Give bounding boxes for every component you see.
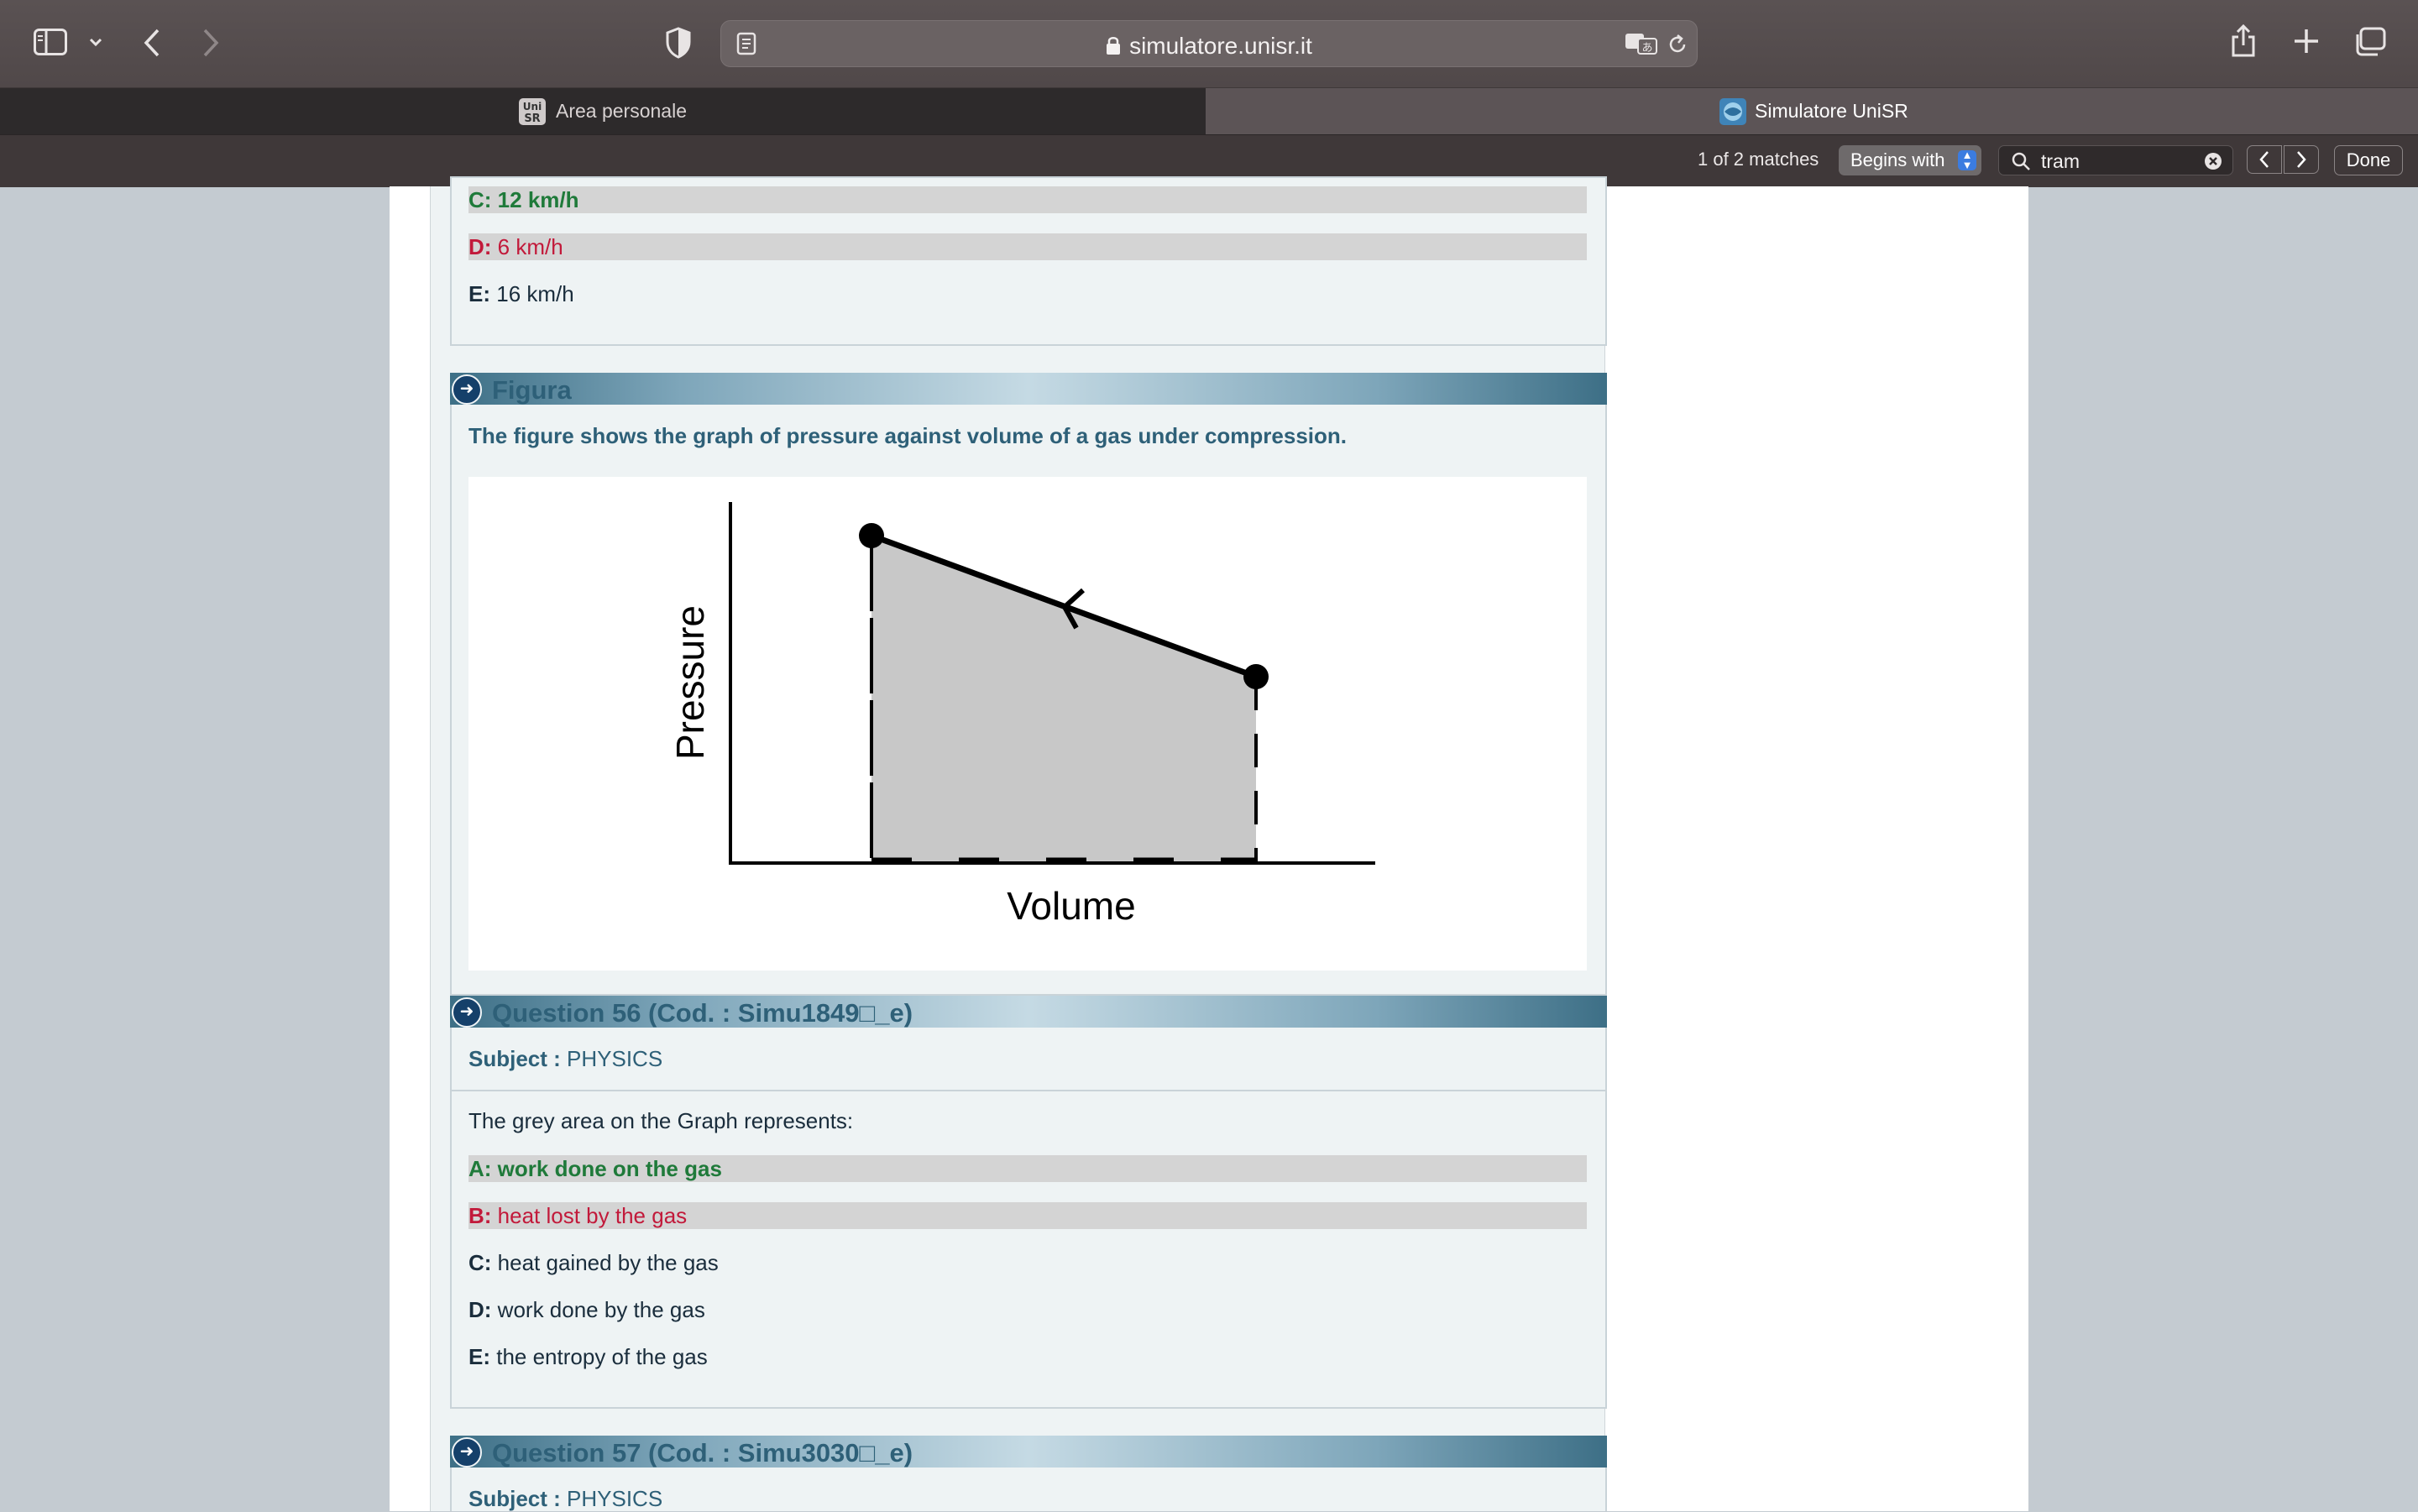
option-a[interactable]: A: work done on the gas xyxy=(468,1155,1587,1182)
search-icon xyxy=(2011,151,2031,175)
option-d[interactable]: D: work done by the gas xyxy=(468,1296,1587,1323)
translate-icon[interactable]: あ xyxy=(1625,31,1658,60)
arrow-circle-icon: ➜ xyxy=(452,1437,482,1468)
simulatore-favicon xyxy=(1719,98,1746,125)
url-text: simulatore.unisr.it xyxy=(1129,33,1312,59)
find-input[interactable]: tram xyxy=(1998,145,2233,175)
question-57-subject: Subject : PHYSICS xyxy=(468,1486,663,1511)
tab-label: Simulatore UniSR xyxy=(1755,100,1908,122)
pv-graph: Pressure Volume xyxy=(468,477,1587,971)
chevron-right-icon xyxy=(2297,151,2306,168)
arrow-circle-icon: ➜ xyxy=(452,374,482,405)
option-c[interactable]: C: heat gained by the gas xyxy=(468,1249,1587,1276)
option-d[interactable]: D: 6 km/h xyxy=(468,233,1587,260)
sidebar-icon[interactable] xyxy=(34,29,67,55)
start-point xyxy=(859,523,884,548)
url-display[interactable]: simulatore.unisr.it xyxy=(721,33,1697,61)
select-arrows-icon: ▲ ▼ xyxy=(1958,149,1976,170)
chevron-down-icon[interactable] xyxy=(87,34,104,55)
figure-header: ➜ Figura xyxy=(450,373,1607,405)
x-axis-label: Volume xyxy=(1007,884,1135,928)
svg-text:Uni: Uni xyxy=(523,101,542,112)
reload-icon[interactable] xyxy=(1667,33,1688,60)
find-next-button[interactable] xyxy=(2284,145,2319,174)
figure-title: Figura xyxy=(492,375,572,405)
svg-text:SR: SR xyxy=(524,112,540,125)
find-match-count: 1 of 2 matches xyxy=(1698,149,1819,170)
find-mode-value: Begins with xyxy=(1850,149,1945,170)
grey-area xyxy=(871,536,1256,863)
new-tab-icon[interactable] xyxy=(2292,27,2321,60)
tab-simulatore-unisr[interactable]: Simulatore UniSR xyxy=(1206,88,2418,135)
back-icon[interactable] xyxy=(141,27,165,63)
clear-icon[interactable] xyxy=(2204,152,2222,175)
tab-bar: Uni SR Area personale Simulatore UniSR xyxy=(0,87,2418,135)
lock-icon xyxy=(1106,34,1121,61)
forward-icon[interactable] xyxy=(198,27,222,63)
figure-caption: The figure shows the graph of pressure a… xyxy=(468,423,1347,448)
option-b[interactable]: B: heat lost by the gas xyxy=(468,1202,1587,1229)
y-axis-label: Pressure xyxy=(668,605,712,760)
question-56-subject: Subject : PHYSICS xyxy=(468,1046,663,1071)
address-bar[interactable]: simulatore.unisr.it あ xyxy=(720,20,1698,67)
tab-area-personale[interactable]: Uni SR Area personale xyxy=(0,88,1206,135)
find-query: tram xyxy=(2041,150,2080,172)
end-point xyxy=(1243,664,1269,689)
chevron-left-icon xyxy=(2259,151,2269,168)
svg-text:あ: あ xyxy=(1641,42,1652,55)
tab-overview-icon[interactable] xyxy=(2353,27,2386,61)
question-57-title: Question 57 (Cod. : Simu3030□_e) xyxy=(492,1438,913,1468)
privacy-shield-icon[interactable] xyxy=(665,27,692,63)
divider xyxy=(452,1090,1605,1091)
browser-toolbar: simulatore.unisr.it あ xyxy=(0,0,2418,87)
question-57-header: ➜ Question 57 (Cod. : Simu3030□_e) xyxy=(450,1436,1607,1468)
find-mode-select[interactable]: Begins with ▲ ▼ xyxy=(1839,145,1981,175)
option-e[interactable]: E: 16 km/h xyxy=(468,280,1587,307)
find-done-button[interactable]: Done xyxy=(2334,145,2403,175)
option-c[interactable]: C: 12 km/h xyxy=(468,186,1587,213)
question-56-header: ➜ Question 56 (Cod. : Simu1849□_e) xyxy=(450,996,1607,1028)
unisr-favicon: Uni SR xyxy=(519,98,546,125)
share-icon[interactable] xyxy=(2230,24,2257,63)
option-e[interactable]: E: the entropy of the gas xyxy=(468,1343,1587,1370)
arrow-circle-icon: ➜ xyxy=(452,997,482,1028)
question-56-title: Question 56 (Cod. : Simu1849□_e) xyxy=(492,998,913,1028)
question-56-text: The grey area on the Graph represents: xyxy=(468,1108,854,1133)
tab-label: Area personale xyxy=(556,100,687,122)
find-previous-button[interactable] xyxy=(2247,145,2282,174)
pv-graph-svg: Pressure Volume xyxy=(668,502,1375,928)
